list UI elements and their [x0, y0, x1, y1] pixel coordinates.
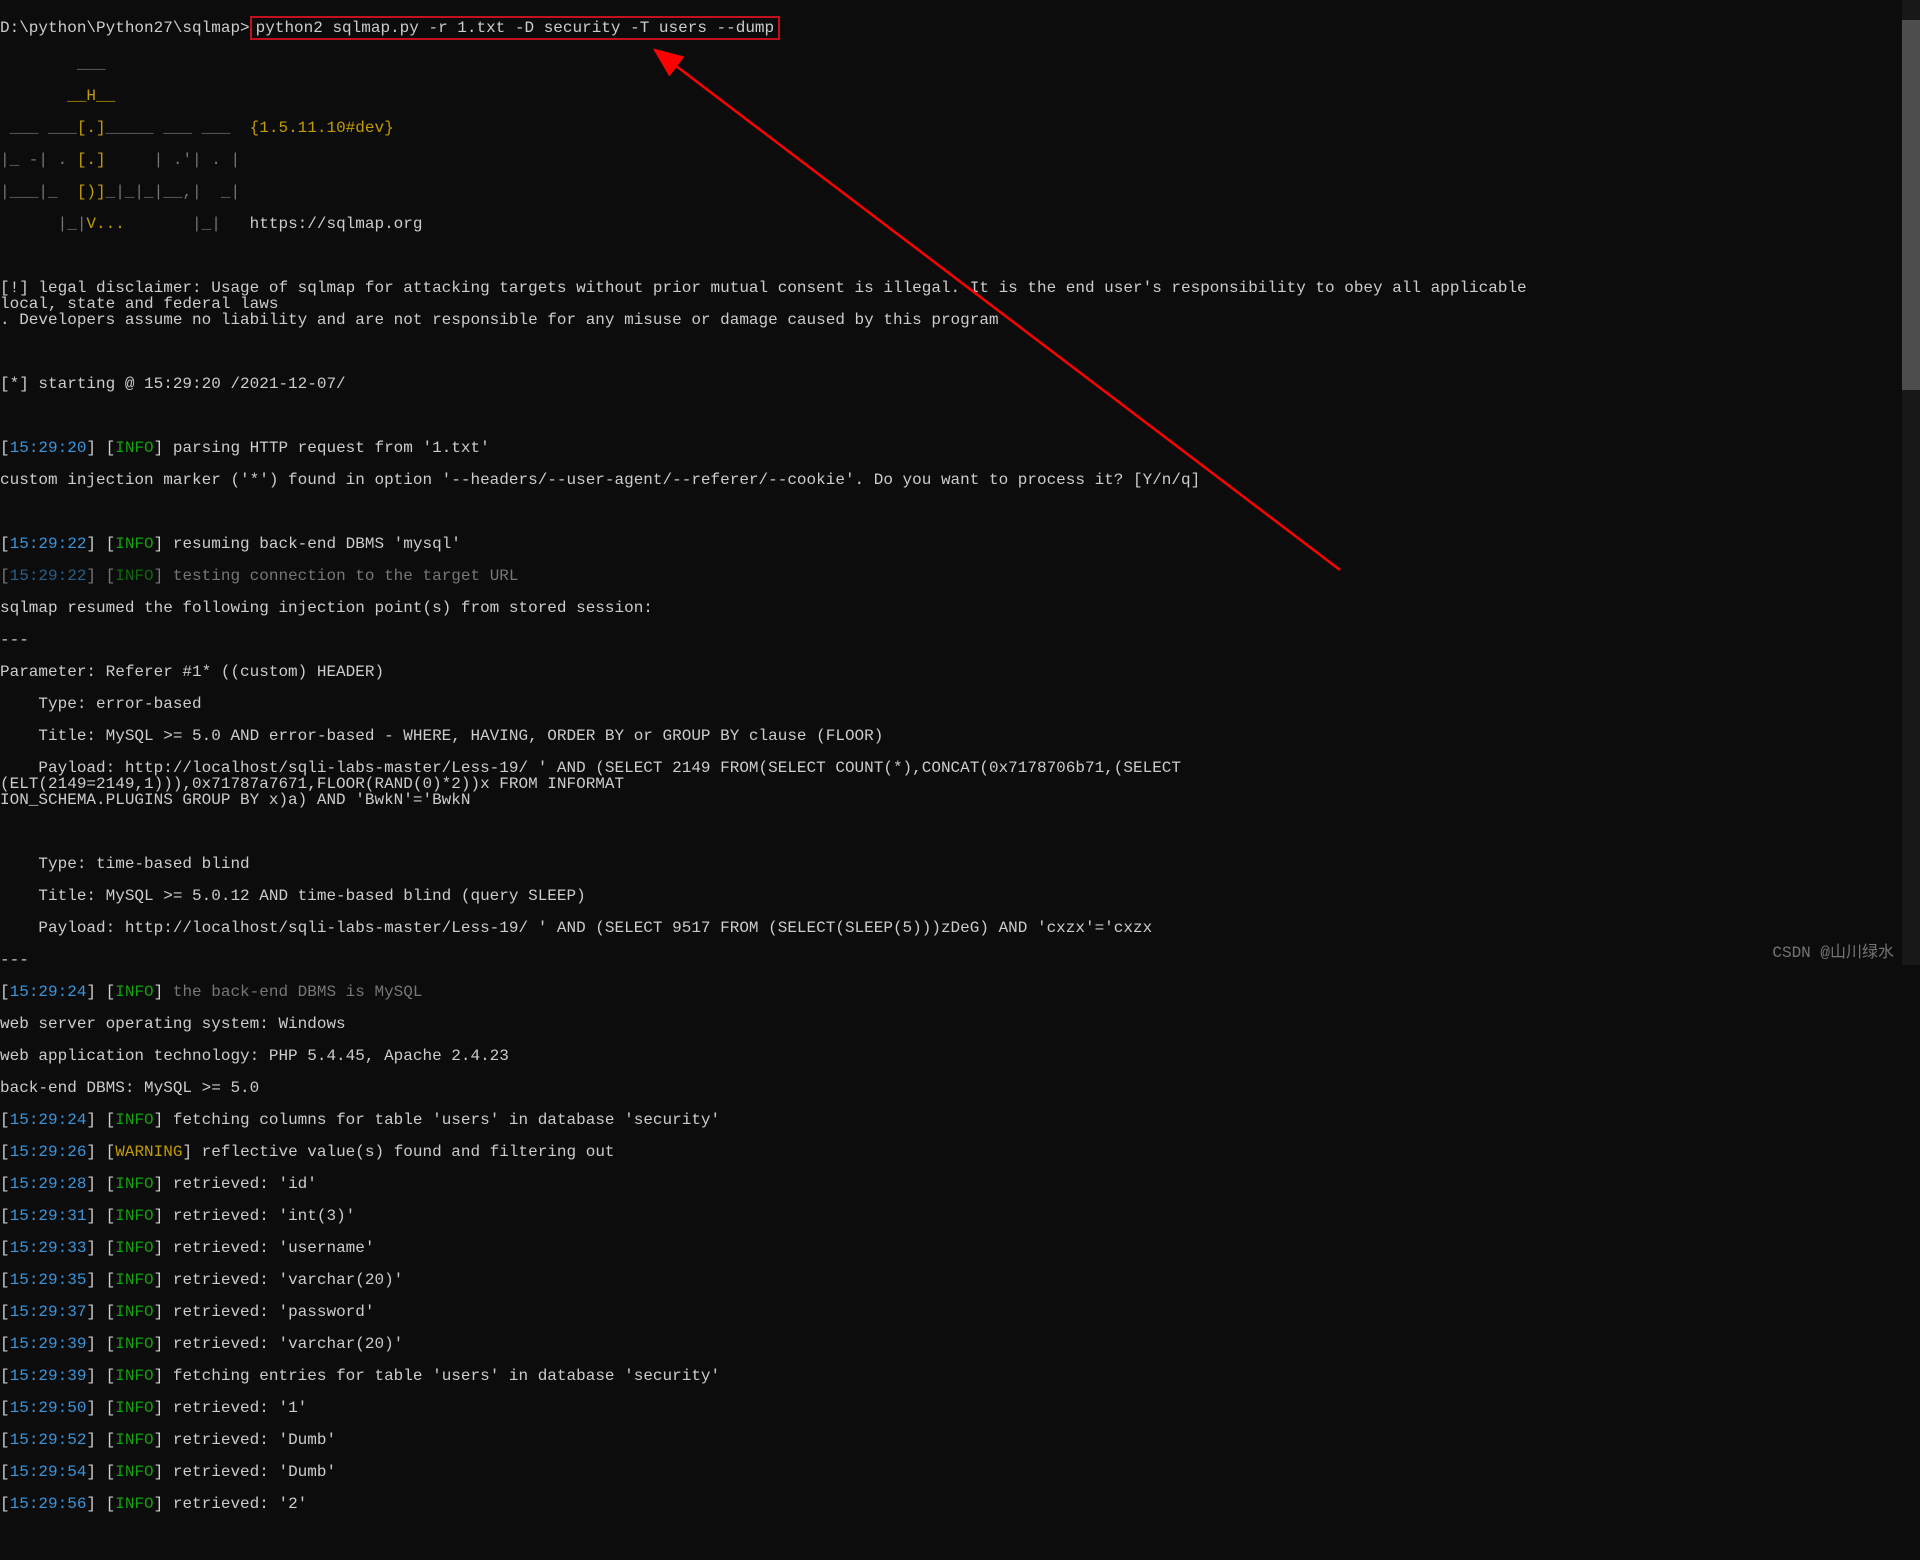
timestamp: 15:29:33 [10, 1239, 87, 1257]
scrollbar[interactable] [1902, 0, 1920, 965]
log-level-info: INFO [115, 1399, 153, 1417]
timestamp: 15:29:50 [10, 1399, 87, 1417]
log-level-info: INFO [115, 983, 153, 1001]
log-level-info: INFO [115, 1111, 153, 1129]
log-level-info: INFO [115, 1271, 153, 1289]
log-level-info: INFO [115, 1303, 153, 1321]
timestamp: 15:29:52 [10, 1431, 87, 1449]
site-url: https://sqlmap.org [250, 215, 423, 233]
timestamp: 15:29:20 [10, 439, 87, 457]
log-level-info: INFO [115, 439, 153, 457]
timestamp: 15:29:22 [10, 567, 87, 585]
log-level-warning: WARNING [115, 1143, 182, 1161]
timestamp: 15:29:56 [10, 1495, 87, 1513]
watermark: CSDN @山川绿水 [1772, 945, 1894, 961]
terminal-output[interactable]: D:\python\Python27\sqlmap>python2 sqlmap… [0, 0, 1560, 1560]
log-level-info: INFO [115, 1175, 153, 1193]
start-line: [*] starting @ 15:29:20 /2021-12-07/ [0, 376, 1560, 392]
timestamp: 15:29:28 [10, 1175, 87, 1193]
log-level-info: INFO [115, 1207, 153, 1225]
timestamp: 15:29:54 [10, 1463, 87, 1481]
scrollbar-thumb[interactable] [1902, 20, 1920, 390]
disclaimer: [!] legal disclaimer: Usage of sqlmap fo… [0, 280, 1560, 328]
log-level-info: INFO [115, 535, 153, 553]
timestamp: 15:29:37 [10, 1303, 87, 1321]
prompt-line: D:\python\Python27\sqlmap>python2 sqlmap… [0, 16, 1560, 40]
log-level-info: INFO [115, 1495, 153, 1513]
timestamp: 15:29:24 [10, 1111, 87, 1129]
log-level-info: INFO [115, 1463, 153, 1481]
log-level-info: INFO [115, 567, 153, 585]
log-level-info: INFO [115, 1367, 153, 1385]
log-level-info: INFO [115, 1335, 153, 1353]
timestamp: 15:29:26 [10, 1143, 87, 1161]
log-level-info: INFO [115, 1239, 153, 1257]
timestamp: 15:29:39 [10, 1367, 87, 1385]
prompt-path: D:\python\Python27\sqlmap> [0, 19, 250, 37]
timestamp: 15:29:39 [10, 1335, 87, 1353]
timestamp: 15:29:22 [10, 535, 87, 553]
timestamp: 15:29:31 [10, 1207, 87, 1225]
highlighted-command: python2 sqlmap.py -r 1.txt -D security -… [250, 16, 780, 40]
log-level-info: INFO [115, 1431, 153, 1449]
version-text: {1.5.11.10#dev} [250, 119, 394, 137]
ascii-art: ___ [0, 56, 1560, 72]
timestamp: 15:29:24 [10, 983, 87, 1001]
timestamp: 15:29:35 [10, 1271, 87, 1289]
